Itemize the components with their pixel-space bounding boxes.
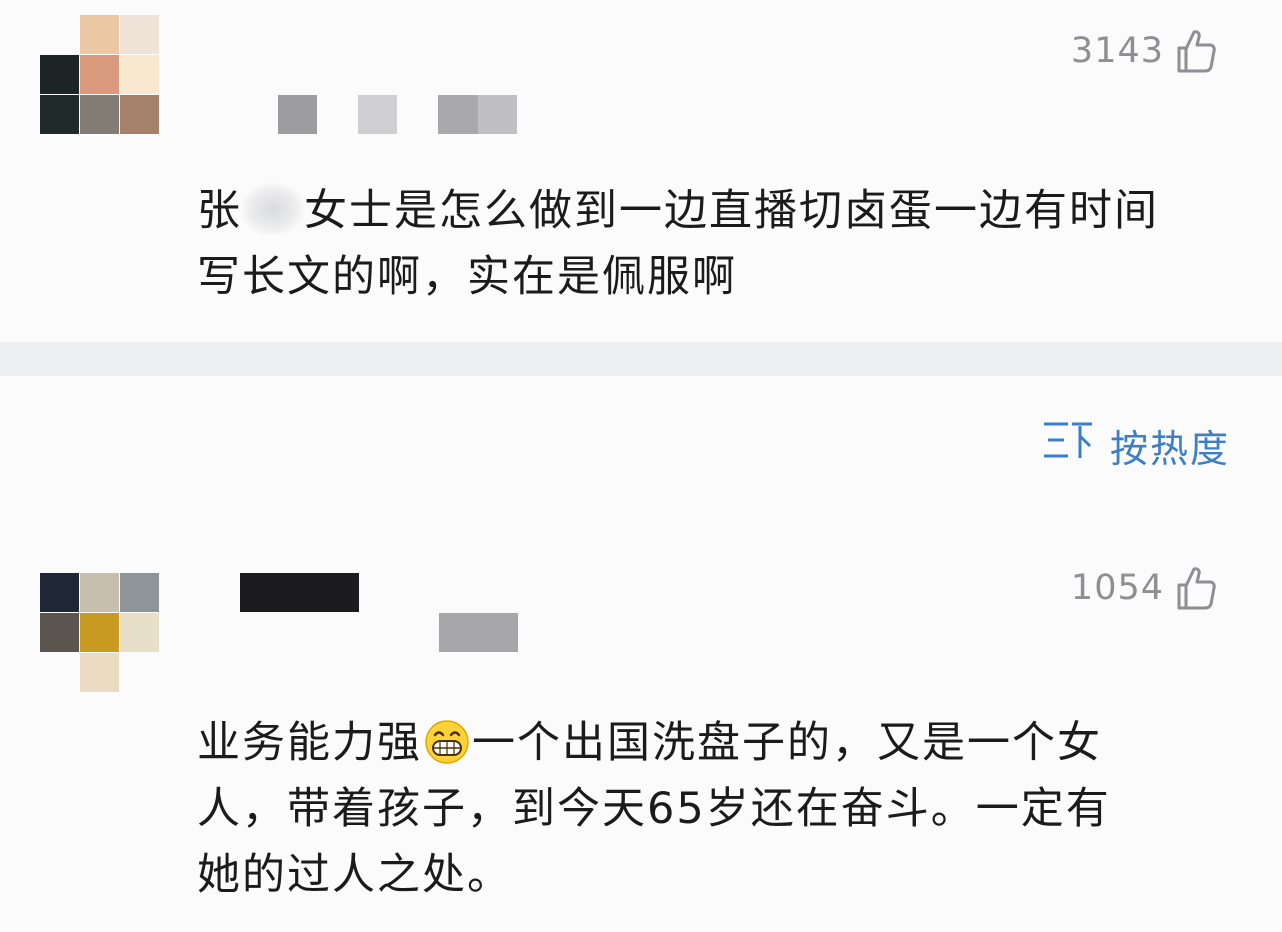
comment-line: 张 女士是怎么做到一边直播切卤蛋一边有时间 [197, 178, 1159, 244]
like-button[interactable]: 3143 [1071, 28, 1216, 74]
username[interactable] [240, 573, 520, 653]
comment-line: 她的过人之处。 [197, 850, 512, 900]
comment-text-segment: 张 [197, 186, 242, 236]
comment-line: 业务能力强 一个出国洗盘子的，又是一个女 [197, 710, 1111, 776]
comment-text: 业务能力强 一个出国洗盘子的，又是一个女 人，带着孩子，到今天65岁还在奋斗。一… [197, 710, 1111, 908]
section-divider [0, 342, 1282, 376]
comment-text-segment: 一个出国洗盘子的，又是一个女 [472, 718, 1102, 768]
grinning-face-icon [424, 718, 470, 764]
like-count: 1054 [1070, 568, 1164, 608]
sort-label: 按热度 [1109, 427, 1230, 471]
username[interactable] [278, 95, 518, 134]
like-button[interactable]: 1054 [1071, 565, 1216, 611]
comment-text-segment: 业务能力强 [197, 718, 422, 768]
thumbs-up-icon [1176, 28, 1216, 74]
redacted-mark [242, 183, 304, 235]
sort-icon [1042, 420, 1094, 471]
avatar[interactable] [40, 573, 160, 693]
comment-card: 3143 张 女士是怎么做到一边直播切卤蛋一边有时间 写长文的啊，实在是佩服啊 [0, 0, 1282, 342]
comment-line: 人，带着孩子，到今天65岁还在奋斗。一定有 [197, 784, 1111, 834]
sort-toggle[interactable]: 按热度 [1042, 418, 1230, 473]
comment-line: 写长文的啊，实在是佩服啊 [197, 252, 737, 302]
like-count: 3143 [1070, 31, 1164, 71]
avatar[interactable] [40, 15, 160, 135]
comment-text: 张 女士是怎么做到一边直播切卤蛋一边有时间 写长文的啊，实在是佩服啊 [197, 178, 1159, 310]
thumbs-up-icon [1176, 565, 1216, 611]
comment-text-segment: 女士是怎么做到一边直播切卤蛋一边有时间 [304, 186, 1159, 236]
